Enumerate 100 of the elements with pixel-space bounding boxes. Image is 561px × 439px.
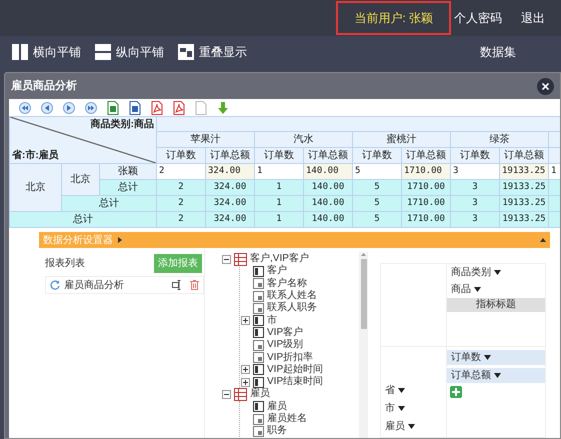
field-icon bbox=[253, 327, 264, 338]
dropdown-icon[interactable] bbox=[494, 373, 501, 378]
field-icon bbox=[253, 315, 264, 326]
expand-arrow-icon bbox=[118, 237, 122, 243]
collapse-arrow-icon[interactable] bbox=[540, 238, 546, 242]
column-header: 订单总额 bbox=[406, 150, 446, 161]
toolbar-button[interactable]: 纵向平铺 bbox=[95, 43, 164, 61]
table-cell: 1 bbox=[257, 166, 262, 176]
table-cell: 19133.25 bbox=[502, 214, 546, 224]
table-cell: 140.00 bbox=[312, 214, 344, 224]
panel-title: 数据分析设置器 bbox=[43, 234, 113, 248]
pdf-icon[interactable] bbox=[151, 100, 163, 114]
close-icon bbox=[542, 82, 549, 90]
spreadsheet-icon[interactable] bbox=[107, 100, 119, 114]
table-cell: 324.00 bbox=[208, 166, 241, 176]
tree-item[interactable]: VIP结束时间 bbox=[267, 376, 324, 388]
download-icon[interactable] bbox=[217, 102, 229, 114]
table-cell: 19133.25 bbox=[502, 198, 546, 208]
table-cell: 140.00 bbox=[312, 198, 344, 208]
tree-item[interactable]: VIP折扣率 bbox=[267, 352, 314, 364]
field-icon bbox=[253, 340, 264, 351]
tree-item[interactable]: 雇员 bbox=[250, 388, 270, 400]
measure-field[interactable]: 订单总额 bbox=[447, 368, 545, 383]
table-icon bbox=[234, 388, 247, 401]
row-field[interactable]: 省 bbox=[381, 381, 446, 399]
dropdown-icon[interactable] bbox=[398, 388, 405, 392]
dropdown-icon[interactable] bbox=[398, 406, 405, 410]
dropdown-icon[interactable] bbox=[494, 270, 501, 275]
columns-icon bbox=[12, 44, 28, 60]
tree-item[interactable]: 联系人职务 bbox=[267, 302, 317, 314]
table-cell: 3 bbox=[472, 214, 478, 224]
document-icon[interactable] bbox=[129, 100, 141, 114]
next-page-icon[interactable] bbox=[63, 102, 75, 114]
nav-link[interactable]: 个人密码 bbox=[454, 9, 502, 27]
edit-icon[interactable] bbox=[172, 280, 182, 290]
add-measure-button[interactable] bbox=[450, 386, 462, 398]
table-cell: 1 bbox=[276, 214, 282, 224]
first-page-icon[interactable] bbox=[19, 102, 31, 114]
tree-item[interactable]: 客户 bbox=[267, 265, 287, 278]
table-cell: 1710.00 bbox=[407, 198, 445, 208]
column-header: 绿茶 bbox=[490, 134, 510, 145]
expand-icon[interactable] bbox=[241, 378, 250, 387]
field-icon bbox=[253, 278, 264, 290]
dropdown-icon[interactable] bbox=[474, 287, 481, 292]
tree-item[interactable]: VIP客户 bbox=[267, 326, 304, 339]
table-cell: 1710.00 bbox=[407, 182, 445, 192]
tree-item[interactable]: 雇员姓名 bbox=[267, 413, 307, 425]
toolbar-button[interactable]: 横向平铺 bbox=[12, 43, 81, 61]
tree-item[interactable]: 职务 bbox=[267, 425, 287, 438]
close-button[interactable] bbox=[537, 78, 554, 94]
table-cell: 324.00 bbox=[214, 214, 246, 224]
dataset-button[interactable]: 数据集 bbox=[480, 43, 516, 61]
column-axis-label: 商品类别:商品 bbox=[90, 117, 154, 132]
toolbar-button[interactable]: 重叠显示 bbox=[178, 43, 247, 61]
dropdown-icon[interactable] bbox=[484, 355, 491, 360]
scroll-up-icon[interactable] bbox=[361, 252, 366, 256]
report-list-title: 报表列表 bbox=[45, 256, 85, 271]
last-page-icon[interactable] bbox=[85, 102, 97, 114]
field-icon bbox=[253, 352, 264, 364]
table-icon bbox=[234, 252, 247, 266]
collapse-icon[interactable] bbox=[222, 254, 231, 264]
measure-field[interactable]: 订单数 bbox=[447, 350, 545, 365]
tree-item[interactable]: 市 bbox=[267, 314, 277, 327]
measure-header: 指标标题 bbox=[447, 298, 545, 312]
table-cell: 1 bbox=[276, 182, 282, 192]
tree-item[interactable]: 雇员 bbox=[267, 400, 287, 413]
column-header: 订单总额 bbox=[504, 150, 544, 161]
row-field[interactable]: 市 bbox=[381, 399, 446, 417]
table-cell: 1 bbox=[276, 198, 282, 208]
table-cell: 1710.00 bbox=[407, 214, 445, 224]
tree-item[interactable]: 客户,VIP客户 bbox=[250, 253, 309, 266]
table-cell: 2 bbox=[178, 214, 184, 224]
row-field[interactable]: 雇员 bbox=[381, 417, 446, 435]
dropdown-icon[interactable] bbox=[408, 424, 415, 428]
row-header: 北京 bbox=[70, 174, 90, 185]
expand-icon[interactable] bbox=[241, 316, 250, 326]
trash-icon[interactable] bbox=[190, 280, 199, 290]
table-cell: 3 bbox=[472, 198, 478, 208]
field-icon bbox=[253, 302, 264, 314]
tree-item[interactable]: 联系人姓名 bbox=[267, 290, 317, 302]
tree-item[interactable]: 客户名称 bbox=[267, 278, 307, 290]
column-header: 订单数 bbox=[362, 150, 392, 161]
column-field[interactable]: 商品类别 bbox=[447, 264, 545, 281]
row-header: 总计 bbox=[73, 214, 93, 225]
table-cell: 19133.25 bbox=[502, 182, 546, 192]
plus-icon bbox=[452, 388, 460, 396]
report-list-item[interactable]: 雇员商品分析 bbox=[45, 276, 204, 294]
column-field[interactable]: 商品 bbox=[447, 281, 545, 298]
tree-item[interactable]: VIP级别 bbox=[267, 339, 304, 352]
row-header: 北京 bbox=[26, 182, 46, 193]
nav-link[interactable]: 退出 bbox=[521, 9, 545, 27]
previous-page-icon[interactable] bbox=[41, 102, 53, 114]
field-icon bbox=[253, 290, 264, 302]
table-cell: 140.00 bbox=[306, 166, 339, 176]
field-icon bbox=[253, 376, 264, 388]
table-cell: 1 bbox=[551, 166, 556, 176]
pdf-icon[interactable] bbox=[173, 100, 185, 114]
tree-item[interactable]: VIP起始时间 bbox=[267, 364, 324, 376]
expand-icon[interactable] bbox=[241, 365, 250, 374]
collapse-icon[interactable] bbox=[222, 390, 231, 399]
